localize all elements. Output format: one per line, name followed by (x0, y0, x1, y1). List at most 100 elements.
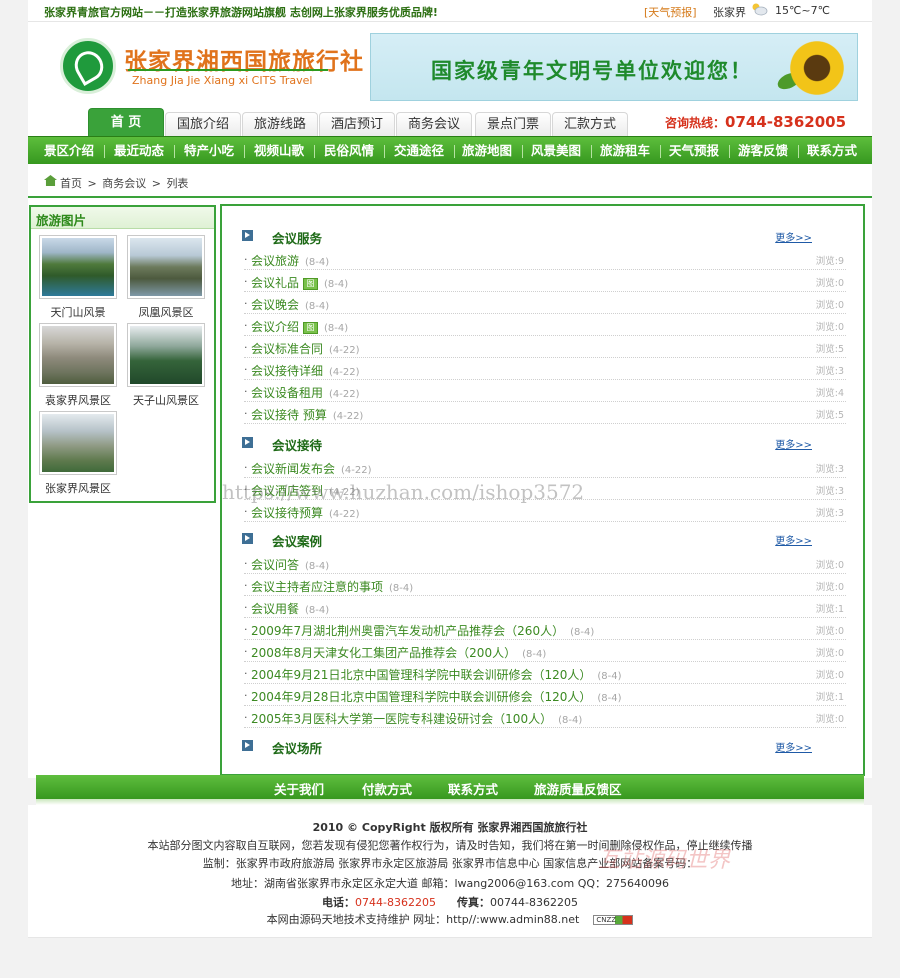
item-title[interactable]: 2005年3月医科大学第一医院专科建设研讨会（100人） (251, 712, 552, 726)
subnav-item-food[interactable]: 特产小吃 (178, 137, 240, 165)
photo-card[interactable]: 凤凰风景区 (127, 235, 205, 320)
item-views: 3 (837, 366, 844, 377)
photo-card[interactable]: 天子山风景区 (127, 323, 205, 408)
item-date: (8-4) (305, 561, 330, 572)
tab-routes[interactable]: 旅游线路 (242, 112, 318, 136)
tab-business-meeting[interactable]: 商务会议 (396, 112, 472, 136)
item-title[interactable]: 会议新闻发布会 (251, 462, 335, 476)
list-item[interactable]: · 会议介绍图 (8-4) 浏览:0 (244, 314, 846, 336)
list-item[interactable]: · 2005年3月医科大学第一医院专科建设研讨会（100人） (8-4) 浏览:0 (244, 706, 846, 728)
photo-yuanjiajie[interactable] (42, 326, 114, 384)
photo-zhangjiajie[interactable] (42, 414, 114, 472)
subnav-item-car-rental[interactable]: 旅游租车 (594, 137, 656, 165)
section-title[interactable]: 会议服务 (272, 228, 322, 247)
footer-link-contact[interactable]: 联系方式 (448, 779, 498, 798)
section-title[interactable]: 会议案例 (272, 531, 322, 550)
subnav-item-photos[interactable]: 风景美图 (525, 137, 587, 165)
item-views: 1 (837, 692, 844, 703)
more-link[interactable]: 更多>> (775, 739, 812, 754)
photo-fenghuang[interactable] (130, 238, 202, 296)
hotline-number: 0744-8362005 (725, 113, 847, 131)
section-header: 会议场所 更多>> (240, 736, 848, 756)
list-item[interactable]: · 会议主持者应注意的事项 (8-4) 浏览:0 (244, 574, 846, 596)
photo-card[interactable]: 天门山风景 (39, 235, 117, 320)
weather-forecast-link[interactable]: [天气预报] (644, 4, 697, 20)
list-item[interactable]: · 会议标准合同 (4-22) 浏览:5 (244, 336, 846, 358)
views-label: 浏览: (815, 388, 838, 399)
item-title[interactable]: 会议旅游 (251, 254, 299, 268)
item-title[interactable]: 2004年9月28日北京中国管理科学院中联会训研修会（120人） (251, 690, 591, 704)
photo-caption[interactable]: 天门山风景 (39, 304, 117, 320)
section-arrow-icon (242, 533, 253, 544)
item-title[interactable]: 会议接待预算 (251, 506, 323, 520)
item-title[interactable]: 会议主持者应注意的事项 (251, 580, 383, 594)
list-item[interactable]: · 会议新闻发布会 (4-22) 浏览:3 (244, 456, 846, 478)
picture-badge-icon: 图 (303, 278, 319, 290)
tab-payment[interactable]: 汇款方式 (552, 112, 628, 136)
section-title[interactable]: 会议接待 (272, 435, 322, 454)
list-item[interactable]: · 2004年9月28日北京中国管理科学院中联会训研修会（120人） (8-4) 浏览… (244, 684, 846, 706)
item-title[interactable]: 2004年9月21日北京中国管理科学院中联会训研修会（120人） (251, 668, 591, 682)
more-link[interactable]: 更多>> (775, 532, 812, 547)
photo-caption[interactable]: 袁家界风景区 (39, 392, 117, 408)
list-item[interactable]: · 会议设备租用 (4-22) 浏览:4 (244, 380, 846, 402)
photo-caption[interactable]: 凤凰风景区 (127, 304, 205, 320)
photo-tianmen[interactable] (42, 238, 114, 296)
photo-card[interactable]: 张家界风景区 (39, 411, 117, 496)
item-views: 0 (837, 648, 844, 659)
more-link[interactable]: 更多>> (775, 436, 812, 451)
cnzz-stats-icon[interactable]: CNZZ (593, 915, 634, 925)
subnav-item-scenic[interactable]: 景区介绍 (38, 137, 100, 165)
subnav-item-transport[interactable]: 交通途径 (388, 137, 450, 165)
breadcrumb-level1[interactable]: 商务会议 (102, 177, 146, 190)
item-title[interactable]: 会议接待 预算 (251, 408, 327, 422)
footer-phone: 0744-8362205 (355, 896, 436, 909)
hotline: 咨询热线：0744-8362005 (665, 113, 846, 131)
photo-caption[interactable]: 张家界风景区 (39, 480, 117, 496)
item-title[interactable]: 会议晚会 (251, 298, 299, 312)
photo-caption[interactable]: 天子山风景区 (127, 392, 205, 408)
photo-tianzishan[interactable] (130, 326, 202, 384)
list-item[interactable]: · 2004年9月21日北京中国管理科学院中联会训研修会（120人） (8-4) 浏览… (244, 662, 846, 684)
item-title[interactable]: 会议设备租用 (251, 386, 323, 400)
list-item[interactable]: · 会议旅游 (8-4) 浏览:9 (244, 248, 846, 270)
item-title[interactable]: 会议接待详细 (251, 364, 323, 378)
tab-home[interactable]: 首 页 (88, 108, 164, 136)
list-item[interactable]: · 会议接待 预算 (4-22) 浏览:5 (244, 402, 846, 424)
subnav-item-folk[interactable]: 民俗风情 (318, 137, 380, 165)
item-title[interactable]: 会议用餐 (251, 602, 299, 616)
subnav-item-weather[interactable]: 天气预报 (663, 137, 725, 165)
section-title[interactable]: 会议场所 (272, 738, 322, 757)
logo-emblem-icon[interactable] (60, 38, 116, 94)
more-link[interactable]: 更多>> (775, 229, 812, 244)
subnav-item-news[interactable]: 最近动态 (108, 137, 170, 165)
list-item[interactable]: · 会议晚会 (8-4) 浏览:0 (244, 292, 846, 314)
footer-link-payment[interactable]: 付款方式 (362, 779, 412, 798)
footer-link-about[interactable]: 关于我们 (274, 779, 324, 798)
list-item[interactable]: · 会议礼品图 (8-4) 浏览:0 (244, 270, 846, 292)
footer-link-feedback[interactable]: 旅游质量反馈区 (534, 779, 622, 798)
list-item[interactable]: · 2008年8月天津女化工集团产品推荐会（200人） (8-4) 浏览:0 (244, 640, 846, 662)
subnav-item-feedback[interactable]: 游客反馈 (732, 137, 794, 165)
tab-tickets[interactable]: 景点门票 (475, 112, 551, 136)
subnav-item-map[interactable]: 旅游地图 (456, 137, 518, 165)
tab-about[interactable]: 国旅介绍 (165, 112, 241, 136)
item-title[interactable]: 会议问答 (251, 558, 299, 572)
list-item[interactable]: · 会议接待详细 (4-22) 浏览:3 (244, 358, 846, 380)
photo-card[interactable]: 袁家界风景区 (39, 323, 117, 408)
list-item[interactable]: · 会议用餐 (8-4) 浏览:1 (244, 596, 846, 618)
item-title[interactable]: 会议标准合同 (251, 342, 323, 356)
list-item[interactable]: · 会议问答 (8-4) 浏览:0 (244, 552, 846, 574)
section-header: 会议服务 更多>> (240, 226, 848, 246)
subnav-item-video[interactable]: 视频山歌 (248, 137, 310, 165)
item-title[interactable]: 2008年8月天津女化工集团产品推荐会（200人） (251, 646, 516, 660)
list-item[interactable]: · 2009年7月湖北荆州奥雷汽车发动机产品推荐会（260人） (8-4) 浏览:0 (244, 618, 846, 640)
subnav-item-contact[interactable]: 联系方式 (801, 137, 863, 165)
tab-hotel[interactable]: 酒店预订 (319, 112, 395, 136)
item-title[interactable]: 2009年7月湖北荆州奥雷汽车发动机产品推荐会（260人） (251, 624, 564, 638)
item-title[interactable]: 会议介绍 (251, 320, 299, 334)
section-arrow-icon (242, 437, 253, 448)
views-label: 浏览: (815, 278, 838, 289)
item-title[interactable]: 会议礼品 (251, 276, 299, 290)
breadcrumb-home[interactable]: 首页 (60, 177, 82, 190)
